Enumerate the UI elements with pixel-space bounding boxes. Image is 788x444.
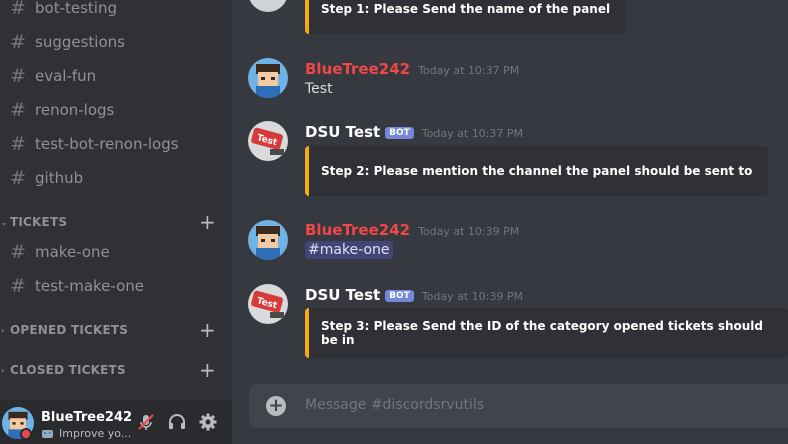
author-name[interactable]: DSU Test	[305, 123, 380, 141]
message-embed: Step 1: Please Send the name of the pane…	[305, 0, 627, 34]
username: BlueTree242	[41, 410, 133, 425]
channel-item[interactable]: # github	[8, 163, 224, 193]
channel-name: make-one	[35, 243, 110, 261]
hash-icon: #	[10, 65, 26, 87]
hash-icon: #	[10, 275, 26, 297]
hash-icon: #	[10, 133, 26, 155]
robot-emoji-icon	[42, 430, 53, 438]
mute-mic-icon[interactable]	[136, 412, 156, 432]
channel-name: eval-fun	[35, 67, 97, 85]
avatar[interactable]	[248, 220, 288, 260]
author-name[interactable]: BlueTree242	[305, 221, 410, 239]
hash-icon: #	[10, 0, 26, 19]
message-header: DSU Test BOT Today at 10:39 PM	[305, 286, 523, 304]
plus-icon[interactable]: +	[199, 320, 216, 340]
hash-icon: #	[10, 31, 26, 53]
chevron-right-icon: ›	[1, 325, 5, 335]
channel-item[interactable]: # eval-fun	[8, 61, 224, 91]
embed-text: Step 2: Please mention the channel the p…	[321, 164, 753, 178]
bot-badge: BOT	[385, 127, 414, 139]
chevron-right-icon: ›	[1, 365, 5, 375]
category-opened-tickets[interactable]: › OPENED TICKETS +	[0, 320, 224, 340]
avatar[interactable]	[248, 58, 288, 98]
author-name[interactable]: DSU Test	[305, 286, 380, 304]
category-label: OPENED TICKETS	[10, 323, 129, 337]
status-dnd-icon	[20, 428, 32, 440]
channel-mention[interactable]: #make-one	[305, 241, 393, 259]
message-text: Test	[305, 81, 333, 97]
channel-item[interactable]: # test-make-one	[8, 271, 224, 301]
message-header: BlueTree242 Today at 10:39 PM	[305, 221, 519, 239]
category-label: TICKETS	[10, 215, 68, 229]
chat-area: Step 1: Please Send the name of the pane…	[232, 0, 788, 444]
embed-text: Step 3: Please Send the ID of the catego…	[321, 319, 763, 347]
custom-status: Improve yo...	[41, 427, 131, 440]
bot-badge: BOT	[385, 290, 414, 302]
channel-name: github	[35, 169, 84, 187]
message-header: DSU Test BOT Today at 10:37 PM	[305, 123, 523, 141]
timestamp: Today at 10:39 PM	[421, 290, 524, 303]
message-composer[interactable]: + Message #discordsrvutils	[249, 384, 788, 428]
add-attachment-icon[interactable]: +	[266, 396, 286, 416]
author-name[interactable]: BlueTree242	[305, 60, 410, 78]
channel-name: bot-testing	[35, 0, 117, 17]
custom-status-text: Improve yo...	[59, 427, 132, 440]
message-embed: Step 3: Please Send the ID of the catego…	[305, 308, 788, 358]
timestamp: Today at 10:37 PM	[421, 127, 524, 140]
avatar[interactable]: Test	[248, 284, 288, 324]
timestamp: Today at 10:37 PM	[418, 64, 520, 77]
embed-text: Step 1: Please Send the name of the pane…	[321, 2, 611, 16]
channel-name: renon-logs	[35, 101, 115, 119]
message-embed: Step 2: Please mention the channel the p…	[305, 146, 769, 196]
channel-item[interactable]: # bot-testing	[8, 0, 224, 23]
channel-item[interactable]: # make-one	[8, 237, 224, 267]
message-input-placeholder[interactable]: Message #discordsrvutils	[305, 397, 484, 413]
chevron-down-icon: ⌄	[1, 217, 8, 227]
channel-item[interactable]: # renon-logs	[8, 95, 224, 125]
channel-item[interactable]: # suggestions	[8, 27, 224, 57]
gear-icon[interactable]	[198, 412, 218, 432]
category-tickets[interactable]: ⌄ TICKETS +	[0, 212, 224, 232]
message-header: BlueTree242 Today at 10:37 PM	[305, 60, 519, 78]
category-label: CLOSED TICKETS	[10, 363, 126, 377]
avatar[interactable]	[248, 0, 288, 12]
channel-sidebar: # bot-testing # suggestions # eval-fun #…	[0, 0, 232, 444]
plus-icon[interactable]: +	[199, 360, 216, 380]
headphones-icon[interactable]	[167, 412, 187, 432]
hash-icon: #	[10, 99, 26, 121]
channel-name: test-bot-renon-logs	[35, 135, 179, 153]
category-closed-tickets[interactable]: › CLOSED TICKETS +	[0, 360, 224, 380]
channel-item[interactable]: # test-bot-renon-logs	[8, 129, 224, 159]
avatar[interactable]: Test	[248, 121, 288, 161]
plus-icon[interactable]: +	[199, 212, 216, 232]
channel-name: test-make-one	[35, 277, 145, 295]
timestamp: Today at 10:39 PM	[418, 225, 520, 238]
hash-icon: #	[10, 167, 26, 189]
user-panel: BlueTree242 Improve yo...	[0, 400, 232, 444]
channel-name: suggestions	[35, 33, 125, 51]
hash-icon: #	[10, 241, 26, 263]
